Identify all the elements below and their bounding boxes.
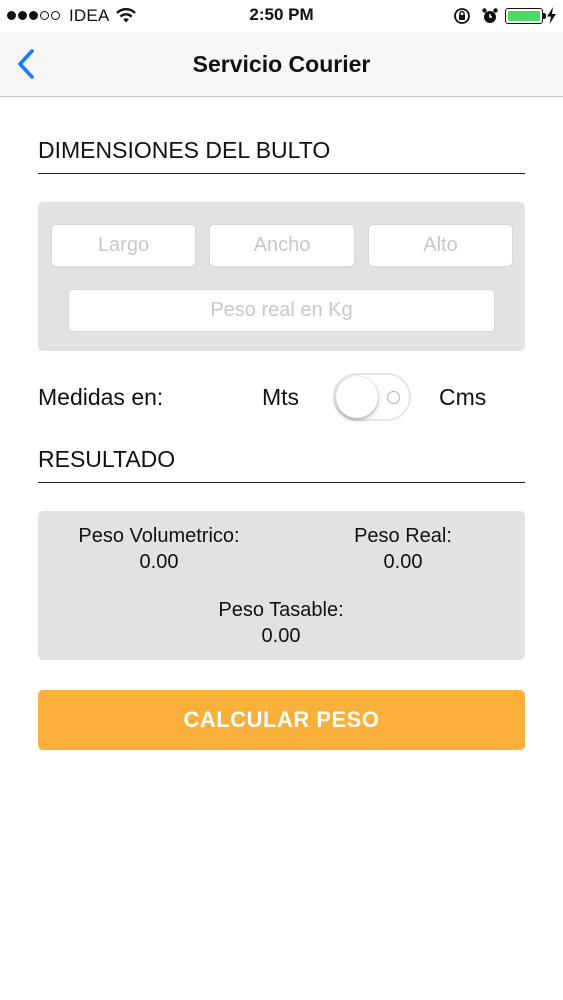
status-bar: IDEA 2:50 PM <box>0 0 563 32</box>
peso-real-label: Peso Real: <box>354 525 452 547</box>
calculate-weight-button[interactable]: CALCULAR PESO <box>38 690 525 750</box>
battery-cap <box>543 13 546 19</box>
peso-tasable-block: Peso Tasable: 0.00 <box>181 597 381 649</box>
units-label: Medidas en: <box>38 384 164 410</box>
charging-icon <box>547 7 556 29</box>
peso-volumetrico-value: 0.00 <box>139 551 179 573</box>
peso-volumetrico-label: Peso Volumetrico: <box>78 525 240 547</box>
toggle-off-indicator-icon <box>387 391 400 404</box>
app-screen: IDEA 2:50 PM Servicio Courier DIMENSIONE… <box>0 0 563 1000</box>
result-heading: RESULTADO <box>38 446 525 483</box>
toggle-knob <box>336 376 378 418</box>
peso-volumetrico-block: Peso Volumetrico: 0.00 <box>38 523 280 575</box>
peso-real-input[interactable] <box>68 289 495 332</box>
dimensions-heading: DIMENSIONES DEL BULTO <box>38 137 525 174</box>
peso-real-block: Peso Real: 0.00 <box>320 523 486 575</box>
dimensions-panel <box>38 202 525 351</box>
ancho-input[interactable] <box>209 224 355 267</box>
orientation-lock-icon <box>453 7 471 30</box>
result-panel: Peso Volumetrico: 0.00 Peso Real: 0.00 P… <box>38 511 525 660</box>
alarm-icon <box>481 7 499 30</box>
page-title: Servicio Courier <box>192 51 371 77</box>
navigation-bar: Servicio Courier <box>0 32 563 97</box>
peso-tasable-value: 0.00 <box>261 625 301 647</box>
cms-option-label: Cms <box>439 384 487 410</box>
alto-input[interactable] <box>368 224 513 267</box>
units-toggle[interactable] <box>333 373 411 421</box>
mts-option-label: Mts <box>262 384 300 410</box>
largo-input[interactable] <box>51 224 196 267</box>
battery-icon <box>505 8 543 24</box>
status-time: 2:50 PM <box>249 5 314 24</box>
peso-real-value: 0.00 <box>383 551 423 573</box>
peso-tasable-label: Peso Tasable: <box>218 599 344 621</box>
